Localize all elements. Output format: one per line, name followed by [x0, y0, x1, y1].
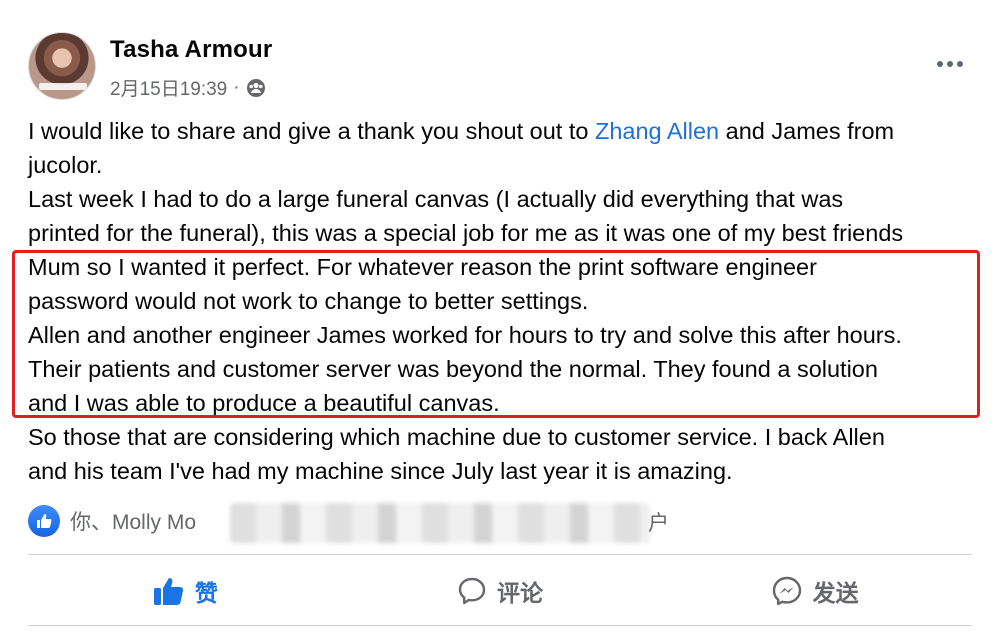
- more-dot-icon: [937, 61, 943, 67]
- author-avatar[interactable]: [28, 32, 96, 100]
- comment-icon: [458, 577, 486, 605]
- more-dot-icon: [947, 61, 953, 67]
- post-meta: 2月15日19:39 ·: [110, 74, 266, 101]
- comment-button[interactable]: 评论: [343, 560, 658, 622]
- post-text: I would like to share and give a thank y…: [28, 118, 595, 144]
- author-name[interactable]: Tasha Armour: [110, 36, 272, 64]
- divider: [28, 554, 972, 555]
- avatar-caption: [39, 83, 87, 90]
- post-line: Allen and another engineer James worked …: [28, 322, 902, 348]
- more-dot-icon: [957, 61, 963, 67]
- reactors-text[interactable]: 你、Molly Mo: [70, 506, 196, 536]
- action-bar: 赞 评论 发送: [28, 560, 972, 622]
- blurred-region: [230, 503, 650, 543]
- post-line: Their patients and customer server was b…: [28, 356, 878, 382]
- post-line: I would like to share and give a thank y…: [28, 114, 978, 148]
- post-line: and his team I've had my machine since J…: [28, 458, 733, 484]
- reactors-tail: 户: [648, 512, 669, 535]
- meta-separator: ·: [233, 76, 240, 98]
- post-line: So those that are considering which mach…: [28, 424, 885, 450]
- comment-label: 评论: [497, 580, 543, 606]
- post-text: and James from: [719, 118, 895, 144]
- send-label: 发送: [812, 580, 859, 606]
- like-label: 赞: [194, 580, 218, 606]
- post-body: I would like to share and give a thank y…: [28, 114, 978, 488]
- reactions-summary[interactable]: 你、Molly Mo: [28, 503, 196, 539]
- group-icon[interactable]: [246, 78, 266, 98]
- post-line: printed for the funeral), this was a spe…: [28, 220, 904, 246]
- post-line: and I was able to produce a beautiful ca…: [28, 390, 500, 416]
- more-options-button[interactable]: [932, 52, 968, 76]
- post-line: jucolor.: [28, 152, 103, 178]
- divider: [28, 625, 972, 626]
- thumbs-up-icon: [153, 578, 183, 605]
- post-line: password would not work to change to bet…: [28, 288, 589, 314]
- post-timestamp[interactable]: 2月15日19:39: [110, 74, 227, 101]
- mention-link[interactable]: Zhang Allen: [595, 118, 719, 144]
- post-line: Last week I had to do a large funeral ca…: [28, 186, 844, 212]
- post-header: Tasha Armour 2月15日19:39 ·: [28, 32, 972, 102]
- post-card: Tasha Armour 2月15日19:39 · I would like t…: [0, 0, 1000, 642]
- send-button[interactable]: 发送: [657, 560, 972, 622]
- post-line: Mum so I wanted it perfect. For whatever…: [28, 254, 817, 280]
- like-button[interactable]: 赞: [28, 560, 343, 622]
- messenger-icon: [772, 576, 801, 606]
- like-reaction-icon: [28, 505, 60, 537]
